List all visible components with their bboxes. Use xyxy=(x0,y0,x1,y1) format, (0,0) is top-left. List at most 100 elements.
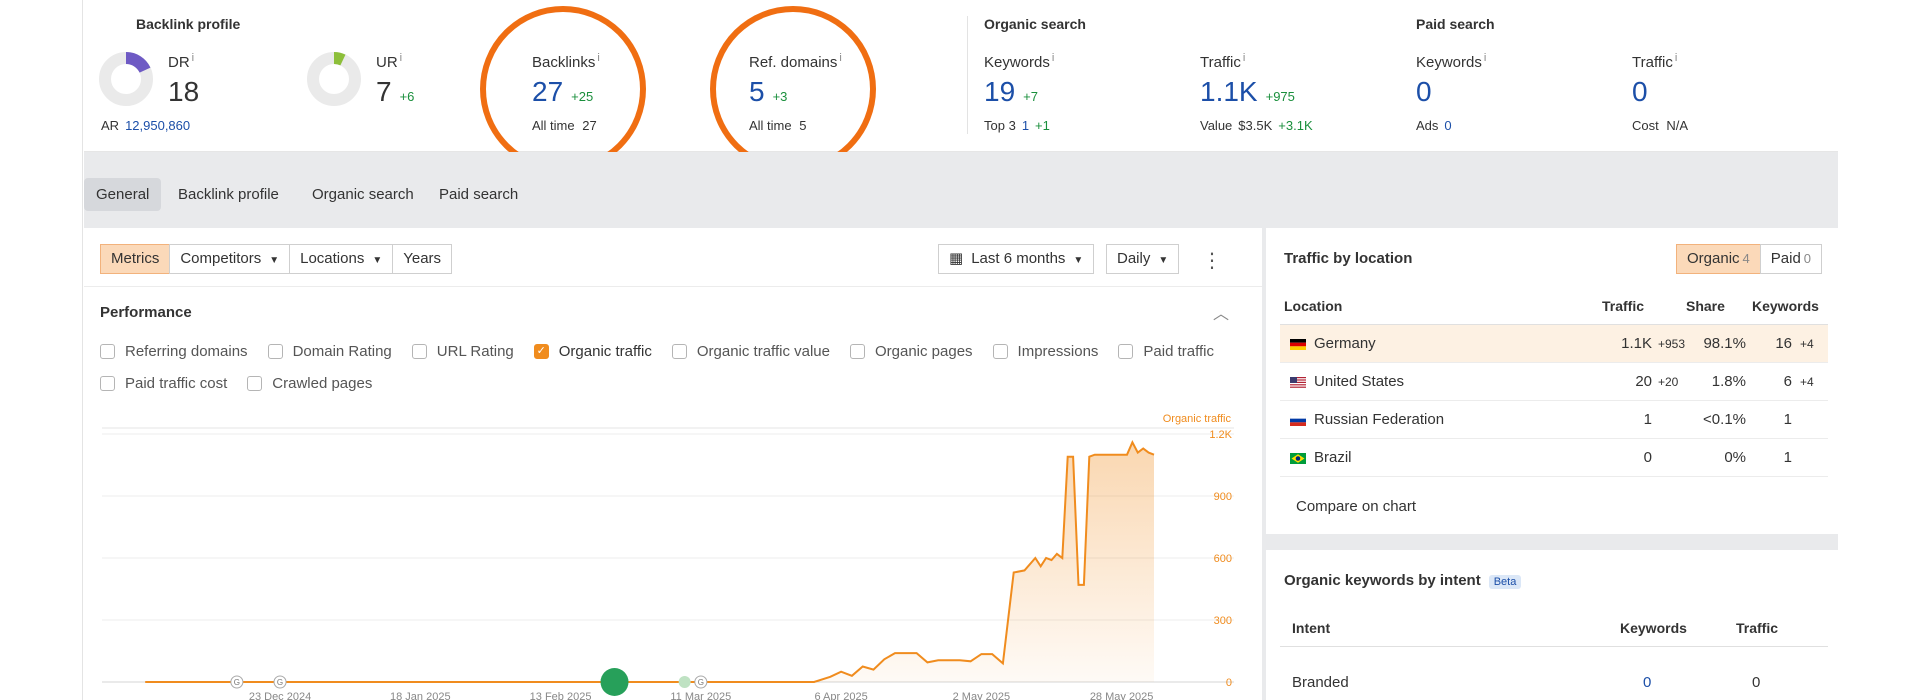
tab-organic-search[interactable]: Organic search xyxy=(300,178,426,211)
dr-value: 18 xyxy=(168,76,200,107)
x-tick-label: 13 Feb 2025 xyxy=(530,691,592,700)
ur-value-row: 7 +6 xyxy=(376,76,415,107)
compare-on-chart-link[interactable]: Compare on chart xyxy=(1296,498,1416,515)
page: Backlink profile DR i 18 AR 12,950,860 UR i… xyxy=(0,0,1920,700)
organic-traffic-value-row[interactable]: 1.1K +975 xyxy=(1200,76,1295,108)
tab-general[interactable]: General xyxy=(84,178,162,211)
checkbox-organic-traffic-value[interactable]: Organic traffic value xyxy=(671,343,830,360)
google-update-marker-icon[interactable]: G xyxy=(694,675,708,689)
chevron-down-icon: ▼ xyxy=(1073,255,1084,266)
ur-label[interactable]: UR i xyxy=(376,52,402,71)
checkbox-impressions[interactable]: Impressions xyxy=(992,343,1098,360)
header-divider xyxy=(1280,646,1828,647)
col-location[interactable]: Location xyxy=(1284,298,1342,314)
organic-search-title: Organic search xyxy=(984,16,1086,32)
x-tick-label: 28 May 2025 xyxy=(1090,691,1154,700)
traffic-by-location-title: Traffic by location xyxy=(1284,250,1413,267)
collapse-chevron-icon[interactable]: ︿ xyxy=(1213,300,1229,324)
checkbox-domain-rating[interactable]: Domain Rating xyxy=(267,343,392,360)
col-share[interactable]: Share xyxy=(1686,298,1725,314)
event-marker-icon[interactable] xyxy=(678,676,691,688)
toggle-organic[interactable]: Organic 4 xyxy=(1676,244,1761,274)
google-update-marker-icon[interactable]: G xyxy=(230,675,244,689)
keywords-link[interactable]: 1 xyxy=(1770,449,1792,466)
col-keywords[interactable]: Keywords xyxy=(1620,620,1687,636)
paid-traffic-value[interactable]: 0 xyxy=(1632,76,1648,108)
table-row[interactable]: Brazil 0 0% 1 xyxy=(1280,439,1828,477)
checkbox-organic-pages[interactable]: Organic pages xyxy=(849,343,973,360)
organic-keywords-value-row[interactable]: 19 +7 xyxy=(984,76,1038,108)
metrics-button[interactable]: Metrics xyxy=(100,244,171,274)
traffic-value: 1 xyxy=(1643,411,1652,428)
competitors-button[interactable]: Competitors ▼ xyxy=(169,244,291,274)
backlinks-highlight-circle xyxy=(480,6,646,172)
y-tick-label: 900 xyxy=(1214,491,1232,503)
table-row[interactable]: Germany 1.1K +953 98.1% 16 +4 xyxy=(1280,325,1828,363)
years-button[interactable]: Years xyxy=(392,244,453,274)
traffic-value: 20 xyxy=(1635,373,1652,390)
intent-name: Branded xyxy=(1292,674,1349,691)
metric-checkbox-row-1: Referring domains Domain Rating URL Rati… xyxy=(100,343,1214,360)
organic-traffic-chart[interactable]: G G G 0 300 600 900 1.2K 23 Dec 2024 18 Jan 202… xyxy=(84,408,1262,700)
checkbox-url-rating[interactable]: URL Rating xyxy=(411,343,514,360)
checkbox-referring-domains[interactable]: Referring domains xyxy=(100,343,248,360)
checkbox-paid-traffic-cost[interactable]: Paid traffic cost xyxy=(100,375,227,392)
checkbox-crawled-pages[interactable]: Crawled pages xyxy=(247,375,372,392)
tab-paid-search[interactable]: Paid search xyxy=(427,178,530,211)
traffic-delta: +953 xyxy=(1658,337,1686,351)
dr-label[interactable]: DR i xyxy=(168,52,194,71)
paid-search-title: Paid search xyxy=(1416,16,1495,32)
col-intent[interactable]: Intent xyxy=(1292,620,1330,636)
keywords-link[interactable]: 16 xyxy=(1770,335,1792,352)
chart-legend-organic-traffic: Organic traffic xyxy=(1163,413,1232,425)
col-keywords[interactable]: Keywords xyxy=(1752,298,1819,314)
x-tick-label: 23 Dec 2024 xyxy=(249,691,311,700)
performance-panel: Metrics Competitors ▼ Locations ▼ Years ▦ L… xyxy=(84,228,1262,700)
table-row[interactable]: Russian Federation 1 <0.1% 1 xyxy=(1280,401,1828,439)
paid-keywords-label[interactable]: Keywords i xyxy=(1416,52,1486,71)
intent-title: Organic keywords by intent Beta xyxy=(1284,572,1522,589)
more-options-icon[interactable]: ⋮ xyxy=(1202,248,1222,273)
backlink-profile-title: Backlink profile xyxy=(136,16,241,32)
country-name: Germany xyxy=(1314,335,1376,352)
table-row[interactable]: United States 20 +20 1.8% 6 +4 xyxy=(1280,363,1828,401)
x-tick-label: 18 Jan 2025 xyxy=(390,691,451,700)
chevron-down-icon: ▼ xyxy=(372,255,383,266)
germany-flag-icon xyxy=(1290,339,1306,350)
intent-keywords-link[interactable]: 0 xyxy=(1643,674,1651,691)
country-name: Brazil xyxy=(1314,449,1352,466)
checkbox-paid-traffic[interactable]: Paid traffic xyxy=(1118,343,1214,360)
tab-backlink-profile[interactable]: Backlink profile xyxy=(166,178,291,211)
google-update-marker-icon[interactable]: G xyxy=(273,675,287,689)
keywords-link[interactable]: 6 xyxy=(1770,373,1792,390)
organic-keywords-label[interactable]: Keywords i xyxy=(984,52,1054,71)
dr-gauge-icon xyxy=(99,52,153,106)
locations-button[interactable]: Locations ▼ xyxy=(289,244,394,274)
ur-gauge-icon xyxy=(307,52,361,106)
paid-keywords-value[interactable]: 0 xyxy=(1416,76,1432,108)
ar-value[interactable]: 12,950,860 xyxy=(125,118,190,133)
y-tick-label: 600 xyxy=(1214,553,1232,565)
share-value: <0.1% xyxy=(1703,411,1746,428)
svg-text:G: G xyxy=(234,678,240,687)
date-range-select[interactable]: ▦ Last 6 months ▼ xyxy=(938,244,1095,274)
interval-select[interactable]: Daily ▼ xyxy=(1106,244,1180,274)
ur-delta: +6 xyxy=(399,89,415,104)
keywords-link[interactable]: 1 xyxy=(1770,411,1792,428)
chevron-down-icon: ▼ xyxy=(1158,255,1169,266)
checkbox-organic-traffic[interactable]: ✓ Organic traffic xyxy=(533,343,652,360)
event-marker-icon[interactable] xyxy=(600,668,629,696)
chart-mode-toolbar: Metrics Competitors ▼ Locations ▼ Years xyxy=(100,244,453,274)
y-tick-label: 1.2K xyxy=(1209,429,1232,441)
y-tick-label: 300 xyxy=(1214,615,1232,627)
col-traffic[interactable]: Traffic xyxy=(1736,620,1778,636)
metric-checkbox-row-2: Paid traffic cost Crawled pages xyxy=(100,375,372,392)
paid-traffic-label[interactable]: Traffic i xyxy=(1632,52,1677,71)
share-value: 0% xyxy=(1724,449,1746,466)
col-traffic[interactable]: Traffic xyxy=(1602,298,1644,314)
organic-paid-toggle: Organic 4 Paid 0 xyxy=(1676,244,1823,274)
toggle-paid[interactable]: Paid 0 xyxy=(1759,244,1823,274)
traffic-by-location-panel: Traffic by location Organic 4 Paid 0 Locat… xyxy=(1266,228,1838,534)
organic-traffic-label[interactable]: Traffic i xyxy=(1200,52,1245,71)
keywords-delta: +4 xyxy=(1800,375,1814,389)
